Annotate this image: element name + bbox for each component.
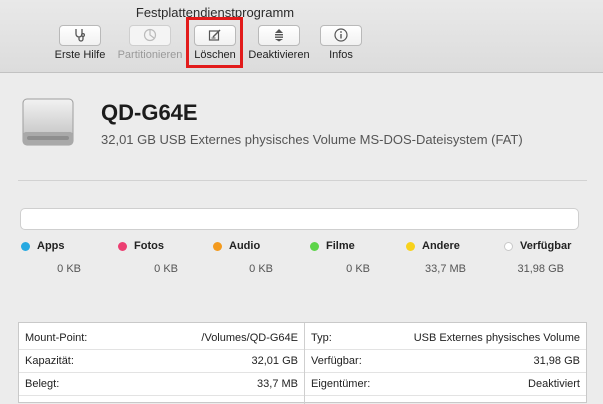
info-value: 32,01 GB <box>251 355 298 367</box>
photos-color-dot <box>118 242 127 251</box>
legend-photos-label: Fotos <box>134 240 164 252</box>
info-row-available: Verfügbar: 31,98 GB <box>305 351 586 373</box>
legend-available-label: Verfügbar <box>520 240 572 252</box>
info-key: Eigentümer: <box>311 378 371 390</box>
partition-icon <box>129 25 171 46</box>
info-value: 31,98 GB <box>533 355 580 367</box>
available-color-dot <box>504 242 513 251</box>
apps-color-dot <box>21 242 30 251</box>
divider <box>18 180 587 181</box>
info-table: Mount-Point: /Volumes/QD-G64E Kapazität:… <box>18 322 587 404</box>
legend-audio-label: Audio <box>229 240 261 252</box>
toolbar: Festplattendienstprogramm Erste Hilfe Pa… <box>0 0 603 73</box>
info-label: Infos <box>329 49 353 61</box>
volume-description: 32,01 GB USB Externes physisches Volume … <box>101 132 523 147</box>
info-row-mount-point: Mount-Point: /Volumes/QD-G64E <box>19 328 304 350</box>
volume-name: QD-G64E <box>101 100 198 125</box>
info-row-used: Belegt: 33,7 MB <box>19 374 304 396</box>
legend-apps-label: Apps <box>37 240 65 252</box>
legend-available-size: 31,98 GB <box>517 263 564 275</box>
erase-highlight-box <box>186 17 243 68</box>
eject-icon <box>258 25 300 46</box>
info-row-owners: Eigentümer: Deaktiviert <box>305 374 586 396</box>
legend-photos-size: 0 KB <box>154 263 178 275</box>
info-row-capacity: Kapazität: 32,01 GB <box>19 351 304 373</box>
info-key: Belegt: <box>25 378 60 390</box>
info-key: Verfügbar: <box>311 355 362 367</box>
info-button[interactable]: Infos <box>296 25 386 61</box>
stethoscope-icon <box>59 25 101 46</box>
info-key: Mount-Point: <box>25 332 88 344</box>
info-value: 33,7 MB <box>257 378 298 390</box>
external-drive-icon <box>22 98 74 146</box>
legend-other-size: 33,7 MB <box>425 263 466 275</box>
legend-audio-size: 0 KB <box>249 263 273 275</box>
other-color-dot <box>406 242 415 251</box>
info-value: USB Externes physisches Volume <box>413 332 580 344</box>
legend-movies-label: Filme <box>326 240 355 252</box>
info-row-type: Typ: USB Externes physisches Volume <box>305 328 586 350</box>
legend-movies-size: 0 KB <box>346 263 370 275</box>
info-key: Kapazität: <box>25 355 74 367</box>
movies-color-dot <box>310 242 319 251</box>
info-key: Typ: <box>311 332 332 344</box>
legend-apps-size: 0 KB <box>57 263 81 275</box>
audio-color-dot <box>213 242 222 251</box>
info-value: /Volumes/QD-G64E <box>201 332 298 344</box>
info-icon <box>320 25 362 46</box>
usage-bar <box>20 208 579 230</box>
info-value: Deaktiviert <box>528 378 580 390</box>
legend-other-label: Andere <box>422 240 460 252</box>
